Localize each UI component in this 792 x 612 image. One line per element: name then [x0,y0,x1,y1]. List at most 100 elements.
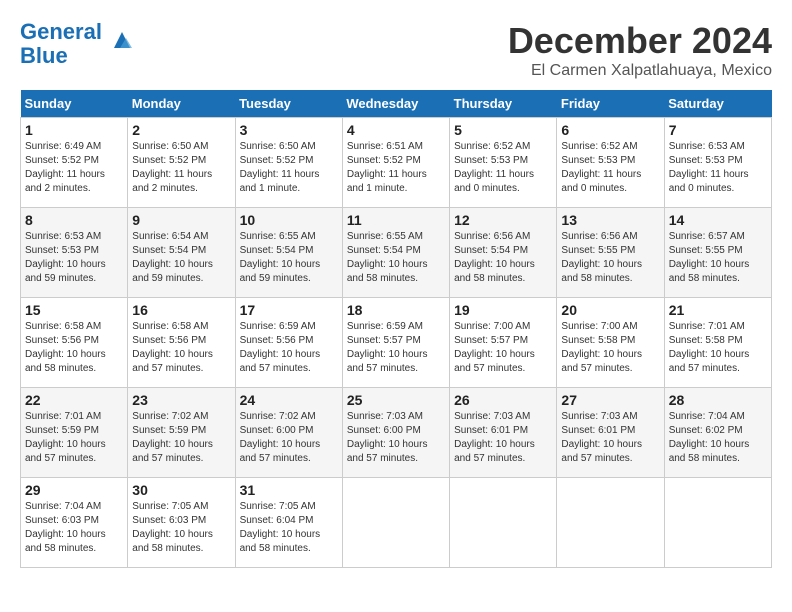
daylight-label: Daylight: 10 hours and 59 minutes. [25,259,106,284]
table-row: 9 Sunrise: 6:54 AM Sunset: 5:54 PM Dayli… [128,208,235,298]
day-info: Sunrise: 6:56 AM Sunset: 5:54 PM Dayligh… [454,230,552,286]
table-row [557,478,664,568]
sunset-label: Sunset: 5:52 PM [25,155,99,166]
day-info: Sunrise: 7:00 AM Sunset: 5:57 PM Dayligh… [454,320,552,376]
day-info: Sunrise: 7:05 AM Sunset: 6:04 PM Dayligh… [240,500,338,556]
day-number: 13 [561,212,659,228]
daylight-label: Daylight: 11 hours and 2 minutes. [25,169,105,194]
sunset-label: Sunset: 5:53 PM [561,155,635,166]
daylight-label: Daylight: 10 hours and 58 minutes. [25,529,106,554]
sunset-label: Sunset: 5:54 PM [240,245,314,256]
sunrise-label: Sunrise: 6:59 AM [240,321,316,332]
day-number: 14 [669,212,767,228]
day-number: 28 [669,392,767,408]
header-monday: Monday [128,90,235,118]
table-row: 8 Sunrise: 6:53 AM Sunset: 5:53 PM Dayli… [21,208,128,298]
daylight-label: Daylight: 11 hours and 0 minutes. [669,169,749,194]
day-number: 8 [25,212,123,228]
location: El Carmen Xalpatlahuaya, Mexico [508,62,772,80]
day-number: 12 [454,212,552,228]
day-info: Sunrise: 6:59 AM Sunset: 5:57 PM Dayligh… [347,320,445,376]
daylight-label: Daylight: 10 hours and 57 minutes. [347,349,428,374]
day-number: 9 [132,212,230,228]
day-number: 16 [132,302,230,318]
header-saturday: Saturday [664,90,771,118]
day-info: Sunrise: 7:03 AM Sunset: 6:01 PM Dayligh… [454,410,552,466]
daylight-label: Daylight: 10 hours and 57 minutes. [454,349,535,374]
day-info: Sunrise: 6:57 AM Sunset: 5:55 PM Dayligh… [669,230,767,286]
daylight-label: Daylight: 10 hours and 58 minutes. [132,529,213,554]
sunset-label: Sunset: 5:56 PM [132,335,206,346]
daylight-label: Daylight: 10 hours and 57 minutes. [454,439,535,464]
table-row: 15 Sunrise: 6:58 AM Sunset: 5:56 PM Dayl… [21,298,128,388]
table-row: 1 Sunrise: 6:49 AM Sunset: 5:52 PM Dayli… [21,118,128,208]
table-row: 7 Sunrise: 6:53 AM Sunset: 5:53 PM Dayli… [664,118,771,208]
day-number: 20 [561,302,659,318]
header-wednesday: Wednesday [342,90,449,118]
sunset-label: Sunset: 6:01 PM [561,425,635,436]
table-row: 29 Sunrise: 7:04 AM Sunset: 6:03 PM Dayl… [21,478,128,568]
sunset-label: Sunset: 5:57 PM [347,335,421,346]
daylight-label: Daylight: 10 hours and 57 minutes. [132,439,213,464]
sunrise-label: Sunrise: 7:04 AM [25,501,101,512]
day-number: 11 [347,212,445,228]
daylight-label: Daylight: 10 hours and 57 minutes. [25,439,106,464]
header-tuesday: Tuesday [235,90,342,118]
daylight-label: Daylight: 10 hours and 57 minutes. [240,439,321,464]
day-number: 21 [669,302,767,318]
sunrise-label: Sunrise: 6:56 AM [454,231,530,242]
sunset-label: Sunset: 6:03 PM [132,515,206,526]
page-header: General Blue December 2024 El Carmen Xal… [20,20,772,80]
daylight-label: Daylight: 10 hours and 57 minutes. [240,349,321,374]
table-row [664,478,771,568]
table-row: 11 Sunrise: 6:55 AM Sunset: 5:54 PM Dayl… [342,208,449,298]
daylight-label: Daylight: 10 hours and 59 minutes. [240,259,321,284]
day-info: Sunrise: 7:00 AM Sunset: 5:58 PM Dayligh… [561,320,659,376]
sunrise-label: Sunrise: 6:53 AM [669,141,745,152]
daylight-label: Daylight: 10 hours and 58 minutes. [669,259,750,284]
sunset-label: Sunset: 6:00 PM [240,425,314,436]
day-number: 23 [132,392,230,408]
daylight-label: Daylight: 10 hours and 57 minutes. [347,439,428,464]
day-number: 29 [25,482,123,498]
sunset-label: Sunset: 5:52 PM [347,155,421,166]
day-number: 10 [240,212,338,228]
table-row: 10 Sunrise: 6:55 AM Sunset: 5:54 PM Dayl… [235,208,342,298]
sunrise-label: Sunrise: 7:05 AM [132,501,208,512]
logo: General Blue [20,20,138,68]
day-number: 31 [240,482,338,498]
sunrise-label: Sunrise: 7:01 AM [25,411,101,422]
day-info: Sunrise: 6:52 AM Sunset: 5:53 PM Dayligh… [561,140,659,196]
sunset-label: Sunset: 5:52 PM [240,155,314,166]
day-number: 18 [347,302,445,318]
sunrise-label: Sunrise: 6:58 AM [132,321,208,332]
sunrise-label: Sunrise: 7:03 AM [454,411,530,422]
calendar: Sunday Monday Tuesday Wednesday Thursday… [20,90,772,568]
day-info: Sunrise: 6:59 AM Sunset: 5:56 PM Dayligh… [240,320,338,376]
sunrise-label: Sunrise: 6:54 AM [132,231,208,242]
sunset-label: Sunset: 5:56 PM [240,335,314,346]
table-row: 30 Sunrise: 7:05 AM Sunset: 6:03 PM Dayl… [128,478,235,568]
calendar-week-row: 22 Sunrise: 7:01 AM Sunset: 5:59 PM Dayl… [21,388,772,478]
sunset-label: Sunset: 6:04 PM [240,515,314,526]
header-sunday: Sunday [21,90,128,118]
day-info: Sunrise: 6:55 AM Sunset: 5:54 PM Dayligh… [240,230,338,286]
day-number: 6 [561,122,659,138]
sunrise-label: Sunrise: 7:03 AM [561,411,637,422]
day-number: 3 [240,122,338,138]
daylight-label: Daylight: 10 hours and 58 minutes. [669,439,750,464]
daylight-label: Daylight: 11 hours and 1 minute. [240,169,320,194]
logo-icon [106,24,138,56]
day-number: 24 [240,392,338,408]
day-number: 7 [669,122,767,138]
day-info: Sunrise: 7:05 AM Sunset: 6:03 PM Dayligh… [132,500,230,556]
sunrise-label: Sunrise: 6:50 AM [240,141,316,152]
sunset-label: Sunset: 5:54 PM [132,245,206,256]
day-info: Sunrise: 6:53 AM Sunset: 5:53 PM Dayligh… [25,230,123,286]
daylight-label: Daylight: 10 hours and 59 minutes. [132,259,213,284]
day-info: Sunrise: 6:53 AM Sunset: 5:53 PM Dayligh… [669,140,767,196]
day-info: Sunrise: 7:02 AM Sunset: 6:00 PM Dayligh… [240,410,338,466]
day-info: Sunrise: 6:50 AM Sunset: 5:52 PM Dayligh… [240,140,338,196]
day-info: Sunrise: 6:49 AM Sunset: 5:52 PM Dayligh… [25,140,123,196]
day-info: Sunrise: 6:50 AM Sunset: 5:52 PM Dayligh… [132,140,230,196]
